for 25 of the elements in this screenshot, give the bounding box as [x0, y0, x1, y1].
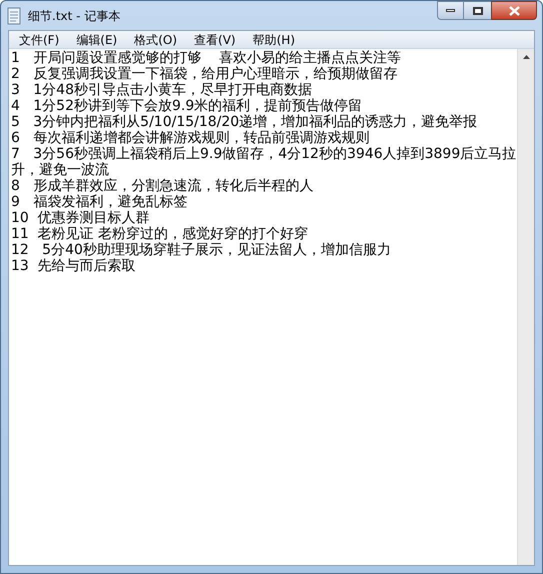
text-line: 7 3分56秒强调上福袋稍后上9.9做留存，4分12秒的3946人掉到3899后立马拉升，避免一波流 — [11, 146, 517, 178]
text-line: 2 反复强调我设置一下福袋，给用户心理暗示，给预期做留存 — [11, 66, 398, 82]
minimize-button[interactable] — [437, 1, 464, 20]
text-line: 4 1分52秒讲到等下会放9.9米的福利，提前预告做停留 — [11, 98, 364, 114]
menu-item[interactable]: 编辑(E) — [70, 30, 124, 48]
text-line: 10 优惠券测目标人群 — [11, 210, 151, 226]
window-title: 细节.txt - 记事本 — [28, 8, 120, 24]
close-icon — [508, 6, 520, 16]
menu-item[interactable]: 格式(O) — [128, 30, 184, 48]
notepad-icon — [6, 6, 22, 24]
scroll-bar[interactable] — [517, 49, 534, 565]
menu-item[interactable]: 文件(F) — [13, 30, 66, 48]
text-line: 8 形成羊群效应，分割急速流，转化后半程的人 — [11, 178, 314, 194]
maximize-button[interactable] — [464, 1, 491, 20]
text-line: 12 5分40秒助理现场穿鞋子展示，见证法留人，增加信服力 — [11, 242, 392, 258]
menu-item[interactable]: 查看(V) — [188, 30, 242, 48]
text-line: 3 1分48秒引导点击小黄车，尽早打开电商数据 — [11, 82, 313, 98]
text-line: 1 开局问题设置感觉够的打够 喜欢小易的给主播点点关注等 — [11, 50, 402, 66]
text-line: 13 先给与而后索取 — [11, 258, 137, 274]
close-button[interactable] — [491, 1, 537, 20]
text-line: 6 每次福利递增都会讲解游戏规则，转品前强调游戏规则 — [11, 130, 370, 146]
text-line: 9 福袋发福利，避免乱标签 — [11, 194, 188, 210]
menu-item[interactable]: 帮助(H) — [246, 30, 301, 48]
text-line: 5 3分钟内把福利从5/10/15/18/20递增，增加福利品的诱惑力，避免举报 — [11, 114, 478, 130]
text-line: 11 老粉见证 老粉穿过的，感觉好穿的打个好穿 — [11, 226, 310, 242]
